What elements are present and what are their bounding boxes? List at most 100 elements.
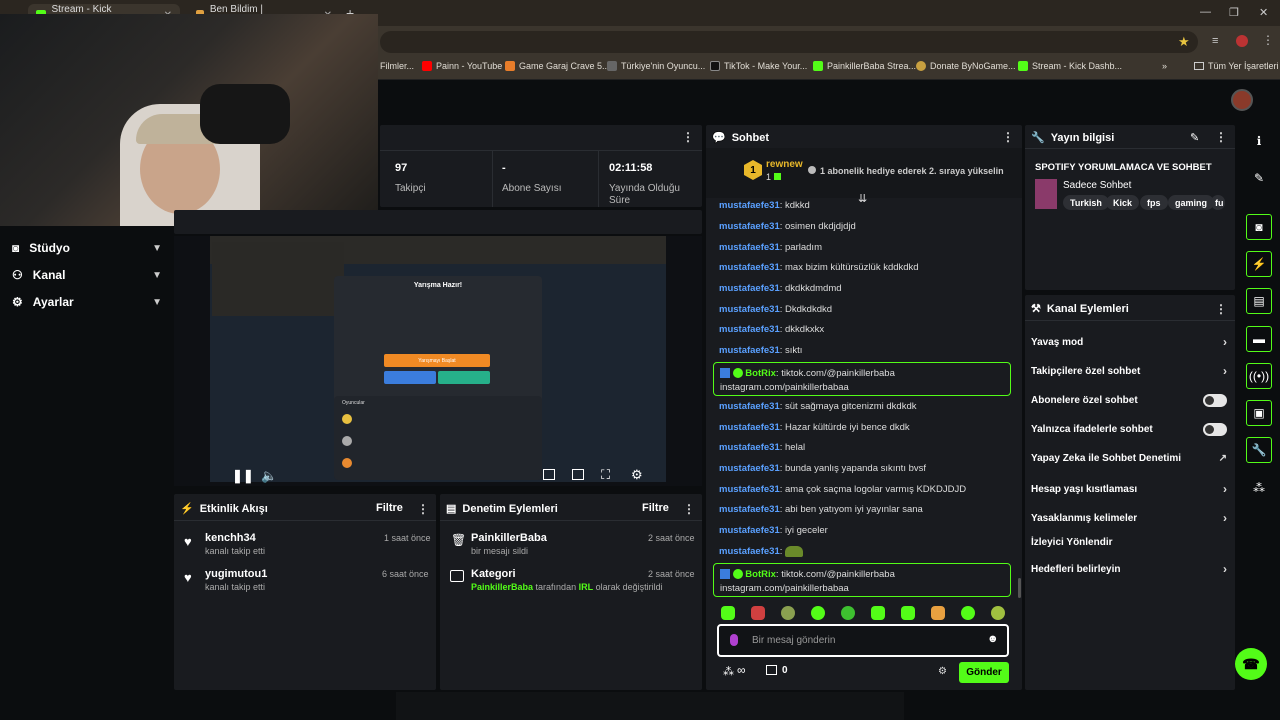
users-icon[interactable]: ⁂ (1246, 475, 1272, 501)
chat-scrollbar[interactable] (1018, 578, 1021, 598)
tag: fu (1211, 195, 1225, 210)
heart-icon: ♥ (184, 570, 192, 585)
chevron-right-icon: › (1223, 364, 1227, 378)
bookmark-item[interactable]: Game Garaj Crave 5... (505, 61, 610, 71)
fullscreen-icon[interactable]: ⛶ (601, 467, 610, 483)
action-raid[interactable]: İzleyici Yönlendir (1031, 537, 1227, 548)
chat-message: mustafaefe31: helal (719, 442, 806, 453)
microphone-icon[interactable] (730, 634, 738, 646)
action-goals[interactable]: Hedefleri belirleyin › (1031, 562, 1227, 576)
emote-icon[interactable] (931, 606, 945, 620)
wrench-icon[interactable]: 🔧 (1246, 437, 1272, 463)
minimize-icon[interactable]: — (1200, 6, 1211, 18)
bookmark-item[interactable]: Filmler... (380, 61, 414, 71)
gear-icon: ⚙ (12, 295, 23, 309)
action-emote-only[interactable]: Yalnızca ifadelerle sohbet (1031, 423, 1227, 436)
mod-time: 2 saat önce (648, 569, 695, 579)
emote-icon[interactable] (901, 606, 915, 620)
emote-icon[interactable] (811, 606, 825, 620)
edit-icon[interactable]: ✎ (1246, 165, 1272, 191)
bookmark-item[interactable]: Stream - Kick Dashb... (1018, 61, 1122, 71)
emoji-icon[interactable]: ☻ (987, 633, 999, 645)
lightning-icon[interactable]: ⚡ (1246, 251, 1272, 277)
youtube-icon (422, 61, 432, 71)
nav-ayarlar[interactable]: ⚙ Ayarlar ▼ (12, 291, 162, 313)
action-ai-moderation[interactable]: Yapay Zeka ile Sohbet Denetimi ↗ (1031, 453, 1227, 464)
followers-value: 97 (395, 162, 408, 174)
moderation-header: ▤ Denetim Eylemleri (446, 502, 558, 516)
activity-filter-button[interactable]: Filtre (376, 502, 403, 514)
divider (598, 150, 599, 207)
activity-header: ⚡ Etkinlik Akışı (180, 502, 268, 516)
toggle-switch (1203, 423, 1227, 436)
chat-message: mustafaefe31: osimen dkdjdjdjd (719, 221, 856, 232)
pause-icon[interactable]: ❚❚ (232, 468, 254, 484)
emote-icon[interactable] (751, 606, 765, 620)
nav-studio[interactable]: ◙ Stüdyo ▼ (12, 237, 162, 259)
category-name: Sadece Sohbet (1063, 180, 1132, 191)
emote-icon[interactable] (781, 606, 795, 620)
heart-icon: ♥ (184, 534, 192, 549)
volume-icon[interactable]: 🔈 (261, 468, 277, 484)
close-window-icon[interactable]: ✕ (1259, 6, 1268, 19)
edit-icon[interactable]: ✎ (1190, 131, 1199, 144)
more-icon[interactable]: ⋮ (683, 502, 695, 516)
url-input[interactable] (380, 31, 1198, 53)
more-icon[interactable]: ⋮ (417, 502, 429, 516)
emote-icon[interactable] (721, 606, 735, 620)
chat-settings-icon[interactable]: ⚙ (938, 666, 947, 677)
theater-icon[interactable] (572, 469, 584, 480)
bot-badge-icon (720, 368, 730, 379)
more-icon[interactable]: ⋮ (1002, 130, 1014, 144)
bookmarks-overflow-icon[interactable]: » (1162, 61, 1167, 71)
all-bookmarks[interactable]: Tüm Yer İşaretleri (1194, 61, 1279, 71)
points-icon[interactable]: ⁂ (723, 665, 734, 678)
menu-icon[interactable]: ⋮ (1262, 33, 1274, 47)
chat-bubble-icon[interactable]: ▬ (1246, 326, 1272, 352)
emote-icon[interactable] (961, 606, 975, 620)
chat-message: mustafaefe31: kdkkd (719, 200, 810, 211)
more-icon[interactable]: ⋮ (1215, 130, 1227, 144)
star-icon[interactable]: ★ (1178, 34, 1190, 50)
info-icon[interactable]: ℹ (1246, 128, 1272, 154)
maximize-icon[interactable]: ❐ (1229, 6, 1239, 19)
nav-kanal[interactable]: ⚇ Kanal ▼ (12, 264, 162, 286)
media-icon[interactable]: ≡ (1212, 35, 1218, 47)
document-icon[interactable]: ▤ (1246, 288, 1272, 314)
avatar[interactable] (1231, 89, 1253, 111)
gift-box-icon[interactable] (766, 665, 777, 675)
collapse-icon[interactable]: ⇊ (858, 192, 867, 205)
bookmark-item[interactable]: Donate ByNoGame... (916, 61, 1016, 71)
bookmark-item[interactable]: Türkiye'nin Oyuncu... (607, 61, 705, 71)
layout-icon[interactable]: ▣ (1246, 400, 1272, 426)
action-subscribers-only[interactable]: Abonelere özel sohbet (1031, 394, 1227, 407)
moderation-filter-button[interactable]: Filtre (642, 502, 669, 514)
emote-icon[interactable] (991, 606, 1005, 620)
subscribers-label: Abone Sayısı (502, 183, 562, 194)
emote-icon[interactable] (841, 606, 855, 620)
emote-icon (785, 546, 804, 557)
help-chat-button[interactable]: ☎ (1235, 648, 1267, 680)
more-icon[interactable]: ⋮ (682, 130, 694, 144)
bookmark-item[interactable]: Painn - YouTube (422, 61, 502, 71)
emote-icon[interactable] (871, 606, 885, 620)
bookmark-item[interactable]: TikTok - Make Your... (710, 61, 807, 71)
kick-icon (1018, 61, 1028, 71)
profile-icon[interactable] (1236, 35, 1248, 47)
capture-icon[interactable]: ◙ (1246, 214, 1272, 240)
action-banned-words[interactable]: Yasaklanmış kelimeler › (1031, 511, 1227, 525)
subscribers-value: - (502, 162, 506, 174)
pip-icon[interactable] (543, 469, 555, 480)
action-slow-mode[interactable]: Yavaş mod › (1031, 335, 1227, 349)
category-icon (450, 570, 464, 582)
bookmark-item[interactable]: PainkillerBaba Strea... (813, 61, 916, 71)
send-button[interactable]: Gönder (959, 662, 1009, 683)
more-icon[interactable]: ⋮ (1215, 302, 1227, 316)
event-user: yugimutou1 (205, 568, 268, 580)
tag: Kick (1106, 195, 1140, 210)
broadcast-icon[interactable]: ((•)) (1246, 363, 1272, 389)
action-followers-only[interactable]: Takipçilere özel sohbet › (1031, 364, 1227, 378)
action-account-age[interactable]: Hesap yaşı kısıtlaması › (1031, 482, 1227, 496)
gear-icon[interactable]: ⚙ (631, 467, 643, 483)
chevron-right-icon: › (1223, 482, 1227, 496)
